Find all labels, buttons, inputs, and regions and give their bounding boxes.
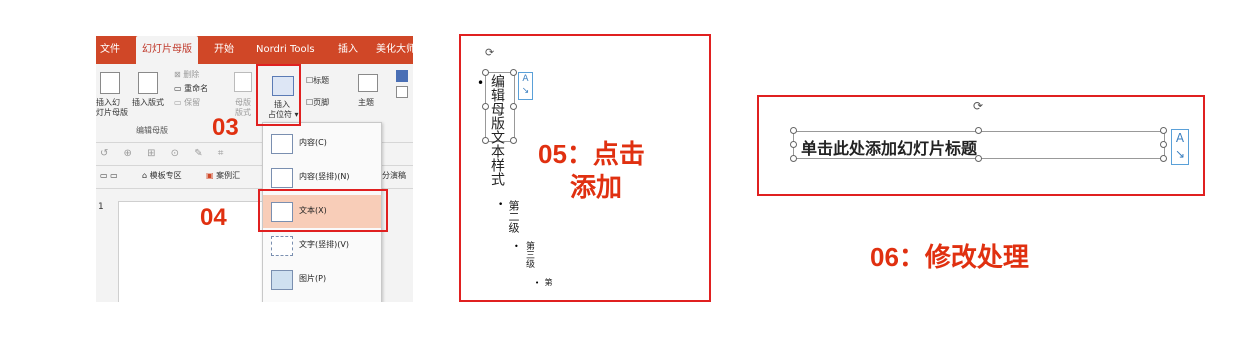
level4-text[interactable]: 第 xyxy=(544,278,553,286)
content-icon xyxy=(271,134,293,154)
resize-handle[interactable] xyxy=(1160,127,1167,134)
tab-file[interactable]: 文件 xyxy=(100,36,124,64)
highlight-text-item xyxy=(258,189,388,232)
insert-slide-master-label[interactable]: 插入幻 xyxy=(96,98,120,108)
tab-beautify[interactable]: 美化大师 xyxy=(376,36,413,64)
preserve-label: 保留 xyxy=(184,98,201,107)
toolbar-overflow[interactable]: 分演稿 xyxy=(382,170,406,182)
rotate-handle-icon[interactable]: ⟳ xyxy=(485,46,494,59)
preserve-icon: ▭ xyxy=(174,98,182,107)
resize-handle[interactable] xyxy=(790,127,797,134)
delete-icon: ⊠ xyxy=(174,70,181,79)
template-zone-button[interactable]: ⌂ 模板专区 xyxy=(142,170,182,182)
home-icon: ⌂ xyxy=(142,171,148,180)
level2-text[interactable]: 第二级 xyxy=(507,200,520,233)
resize-handle[interactable] xyxy=(510,137,517,144)
tab-slide-master[interactable]: 幻灯片母版 xyxy=(136,36,198,64)
edit-master-group-label: 编辑母版 xyxy=(136,126,168,135)
tab-insert[interactable]: 插入 xyxy=(338,36,360,64)
menu-item-label: 内容(竖排)(N) xyxy=(299,172,350,181)
master-layout-icon[interactable] xyxy=(234,72,252,92)
case-label: 案例汇 xyxy=(216,171,241,180)
insert-slide-master-label-2: 灯片母版 xyxy=(96,108,128,117)
delete-button[interactable]: ⊠ 删除 xyxy=(174,70,199,80)
level1-text[interactable]: 编辑母版文本样式 xyxy=(489,74,505,186)
resize-handle[interactable] xyxy=(510,69,517,76)
colors-icon[interactable] xyxy=(396,70,408,82)
menu-item-text-vertical[interactable]: 文字(竖排)(V) xyxy=(263,229,381,262)
master-layout-label[interactable]: 母版 xyxy=(235,98,251,108)
autofit-options-icon[interactable]: A ↘ xyxy=(1171,129,1189,165)
resize-handle[interactable] xyxy=(482,137,489,144)
folder-icon[interactable]: ▭ ▭ xyxy=(100,170,118,182)
menu-item-label: 文字(竖排)(V) xyxy=(299,240,349,249)
preserve-button[interactable]: ▭ 保留 xyxy=(174,98,200,108)
picture-icon xyxy=(271,270,293,290)
title-checkbox[interactable]: ☐标题 xyxy=(306,76,329,86)
fonts-icon[interactable] xyxy=(396,86,408,98)
menu-item-label: 内容(C) xyxy=(299,138,327,147)
rename-label: 重命名 xyxy=(184,84,209,93)
case-icon: ▣ xyxy=(206,171,214,180)
title-placeholder-text[interactable]: 单击此处添加幻灯片标题 xyxy=(801,135,977,159)
insert-layout-label[interactable]: 插入版式 xyxy=(132,98,164,108)
resize-handle[interactable] xyxy=(1160,141,1167,148)
quick-access-icons[interactable]: ↺ ⊕ ⊞ ⊙ ✎ ⌗ xyxy=(100,149,229,159)
step-03-label: 03 xyxy=(212,114,239,141)
menu-item-picture[interactable]: 图片(P) xyxy=(263,263,381,296)
insert-layout-icon[interactable] xyxy=(138,72,158,94)
resize-handle[interactable] xyxy=(1160,155,1167,162)
case-button[interactable]: ▣ 案例汇 xyxy=(206,170,240,182)
bullet-level4: • xyxy=(535,279,540,287)
theme-label[interactable]: 主题 xyxy=(358,98,374,108)
step-05-label: 05：点击 xyxy=(538,139,645,169)
title-check-label: 标题 xyxy=(313,76,330,85)
resize-handle[interactable] xyxy=(790,155,797,162)
bullet-level1: • xyxy=(477,76,485,90)
rotate-handle-icon[interactable]: ⟳ xyxy=(973,99,983,113)
autofit-options-icon[interactable]: A ↘ xyxy=(518,72,533,100)
menu-item-label: 图片(P) xyxy=(299,274,327,283)
tab-home[interactable]: 开始 xyxy=(214,36,238,64)
resize-handle[interactable] xyxy=(975,127,982,134)
step-04-label: 04 xyxy=(200,204,227,231)
rename-icon: ▭ xyxy=(174,84,182,93)
highlight-insert-placeholder xyxy=(256,64,301,126)
bullet-level2: • xyxy=(498,200,504,210)
content-vertical-icon xyxy=(271,168,293,188)
rename-button[interactable]: ▭ 重命名 xyxy=(174,84,208,94)
resize-handle[interactable] xyxy=(790,141,797,148)
footer-check-label: 页脚 xyxy=(313,98,330,107)
theme-icon[interactable] xyxy=(358,74,378,92)
bullet-level3: • xyxy=(514,242,519,251)
text-vertical-icon xyxy=(271,236,293,256)
step-06-label: 06：修改处理 xyxy=(870,242,1029,272)
tab-nordri-tools[interactable]: Nordri Tools xyxy=(256,36,320,64)
title-placeholder-panel: ⟳ 单击此处添加幻灯片标题 A ↘ xyxy=(757,95,1205,196)
resize-handle[interactable] xyxy=(482,69,489,76)
ribbon-screenshot: 文件 幻灯片母版 开始 Nordri Tools 插入 美化大师 插入幻 灯片母… xyxy=(96,36,413,302)
delete-label: 删除 xyxy=(183,70,200,79)
slide-master-icon[interactable] xyxy=(100,72,120,94)
step-05-label-line2: 添加 xyxy=(570,172,623,202)
resize-handle[interactable] xyxy=(482,103,489,110)
ribbon-tab-bar: 文件 幻灯片母版 开始 Nordri Tools 插入 美化大师 xyxy=(96,36,413,64)
menu-item-content[interactable]: 内容(C) xyxy=(263,127,381,160)
level3-text[interactable]: 第三级 xyxy=(524,241,534,268)
slide-number: 1 xyxy=(98,202,104,212)
template-zone-label: 模板专区 xyxy=(149,171,182,180)
footer-checkbox[interactable]: ☐页脚 xyxy=(306,98,329,108)
resize-handle[interactable] xyxy=(510,103,517,110)
